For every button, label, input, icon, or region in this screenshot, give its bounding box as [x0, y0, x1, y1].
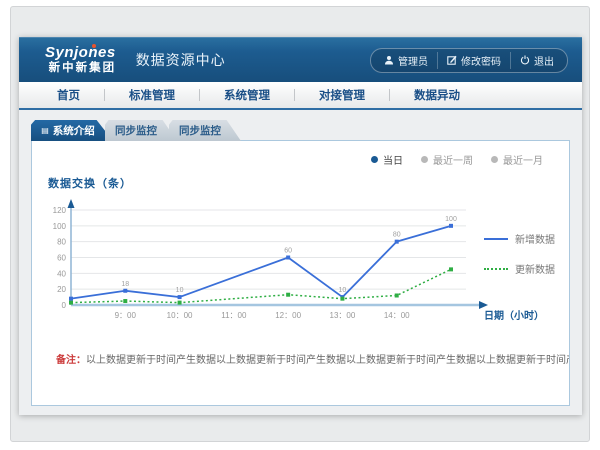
- svg-text:40: 40: [57, 269, 66, 278]
- svg-text:14：00: 14：00: [384, 311, 410, 320]
- edit-icon: [447, 55, 457, 65]
- content-area: ▤ 系统介绍 同步监控 同步监控 当日: [19, 110, 582, 406]
- svg-text:80: 80: [57, 238, 66, 247]
- y-axis-title: 数据交换（条）: [48, 175, 569, 191]
- svg-text:80: 80: [393, 232, 401, 239]
- svg-text:120: 120: [53, 206, 67, 215]
- user-menu-admin-label: 管理员: [398, 53, 428, 68]
- brand-name: Synjones: [45, 44, 116, 61]
- svg-text:12：00: 12：00: [275, 311, 301, 320]
- range-selector: 当日 最近一周 最近一月: [32, 141, 569, 167]
- svg-text:100: 100: [53, 222, 67, 231]
- svg-text:100: 100: [445, 216, 457, 223]
- tab-bar: ▤ 系统介绍 同步监控 同步监控: [31, 120, 570, 141]
- svg-text:0: 0: [62, 301, 67, 310]
- nav-item-data-change[interactable]: 数据异动: [390, 87, 484, 103]
- brand-logo-text: Synjones: [45, 45, 120, 60]
- svg-text:9：00: 9：00: [115, 311, 137, 320]
- svg-text:13：00: 13：00: [330, 311, 356, 320]
- app-header: Synjones 新中新集团 数据资源中心 管理员: [19, 37, 582, 82]
- brand-logo-subtext: 新中新集团: [45, 63, 120, 75]
- app-window: Synjones 新中新集团 数据资源中心 管理员: [10, 6, 590, 442]
- tab-sync-monitor-1-label: 同步监控: [115, 123, 157, 138]
- tab-sync-monitor-2-label: 同步监控: [179, 123, 221, 138]
- user-menu-admin[interactable]: 管理员: [375, 52, 437, 69]
- svg-text:60: 60: [57, 254, 66, 263]
- logout-label: 退出: [534, 53, 554, 68]
- radio-last-month-label: 最近一月: [503, 152, 543, 167]
- radio-today[interactable]: 当日: [371, 152, 403, 167]
- logo-accent-dot: [92, 44, 96, 48]
- radio-dot: [421, 156, 428, 163]
- radio-last-month[interactable]: 最近一月: [491, 152, 543, 167]
- nav-item-system-mgmt[interactable]: 系统管理: [200, 87, 294, 103]
- nav-item-standard-mgmt[interactable]: 标准管理: [105, 87, 199, 103]
- radio-dot: [491, 156, 498, 163]
- nav-item-home[interactable]: 首页: [33, 87, 104, 103]
- footnote-label: 备注：: [56, 355, 86, 366]
- legend-item-update-data: 更新数据: [484, 261, 555, 276]
- brand-logo: Synjones 新中新集团: [45, 45, 120, 75]
- page: Synjones 新中新集团 数据资源中心 管理员: [19, 37, 582, 415]
- x-axis-title: 日期（小时）: [484, 307, 544, 322]
- radio-today-label: 当日: [383, 152, 403, 167]
- footnote: 备注：以上数据更新于时间产生数据以上数据更新于时间产生数据以上数据更新于时间产生…: [56, 351, 569, 366]
- main-nav: 首页 标准管理 系统管理 对接管理 数据异动: [19, 82, 582, 110]
- change-password-label: 修改密码: [461, 53, 501, 68]
- logout-button[interactable]: 退出: [510, 52, 563, 69]
- legend-item-new-data: 新增数据: [484, 231, 555, 246]
- radio-last-week[interactable]: 最近一周: [421, 152, 473, 167]
- solid-line-swatch: [484, 238, 508, 240]
- tab-system-intro[interactable]: ▤ 系统介绍: [31, 120, 113, 141]
- svg-text:18: 18: [121, 281, 129, 288]
- legend-new-data-label: 新增数据: [515, 231, 555, 246]
- svg-text:10：00: 10：00: [167, 311, 193, 320]
- line-chart: 0 20 40 60 80 100 120 9：00 10：00 11：00 12：00 13：00 1…: [46, 195, 494, 335]
- power-icon: [520, 55, 530, 65]
- footnote-text: 以上数据更新于时间产生数据以上数据更新于时间产生数据以上数据更新于时间产生数据以…: [86, 355, 569, 366]
- svg-text:11：00: 11：00: [221, 311, 247, 320]
- tab-sync-monitor-1[interactable]: 同步监控: [105, 120, 177, 141]
- document-icon: ▤: [41, 127, 49, 135]
- chart-panel: 当日 最近一周 最近一月 数据交换（条） 0204060801: [31, 140, 570, 406]
- radio-dot-selected: [371, 156, 378, 163]
- dotted-line-swatch: [484, 268, 508, 270]
- tab-system-intro-label: 系统介绍: [53, 123, 95, 138]
- user-icon: [384, 55, 394, 65]
- chart-legend: 新增数据 更新数据: [484, 231, 555, 276]
- screenshot-canvas: Synjones 新中新集团 数据资源中心 管理员: [0, 0, 600, 450]
- svg-text:10: 10: [176, 287, 184, 294]
- tab-sync-monitor-2[interactable]: 同步监控: [169, 120, 241, 141]
- svg-text:60: 60: [284, 248, 292, 255]
- radio-last-week-label: 最近一周: [433, 152, 473, 167]
- app-title: 数据资源中心: [136, 50, 226, 70]
- user-menu: 管理员 修改密码 退出: [370, 48, 568, 73]
- svg-text:10: 10: [339, 287, 347, 294]
- legend-update-data-label: 更新数据: [515, 261, 555, 276]
- svg-text:20: 20: [57, 285, 66, 294]
- change-password-button[interactable]: 修改密码: [437, 52, 510, 69]
- nav-item-interface-mgmt[interactable]: 对接管理: [295, 87, 389, 103]
